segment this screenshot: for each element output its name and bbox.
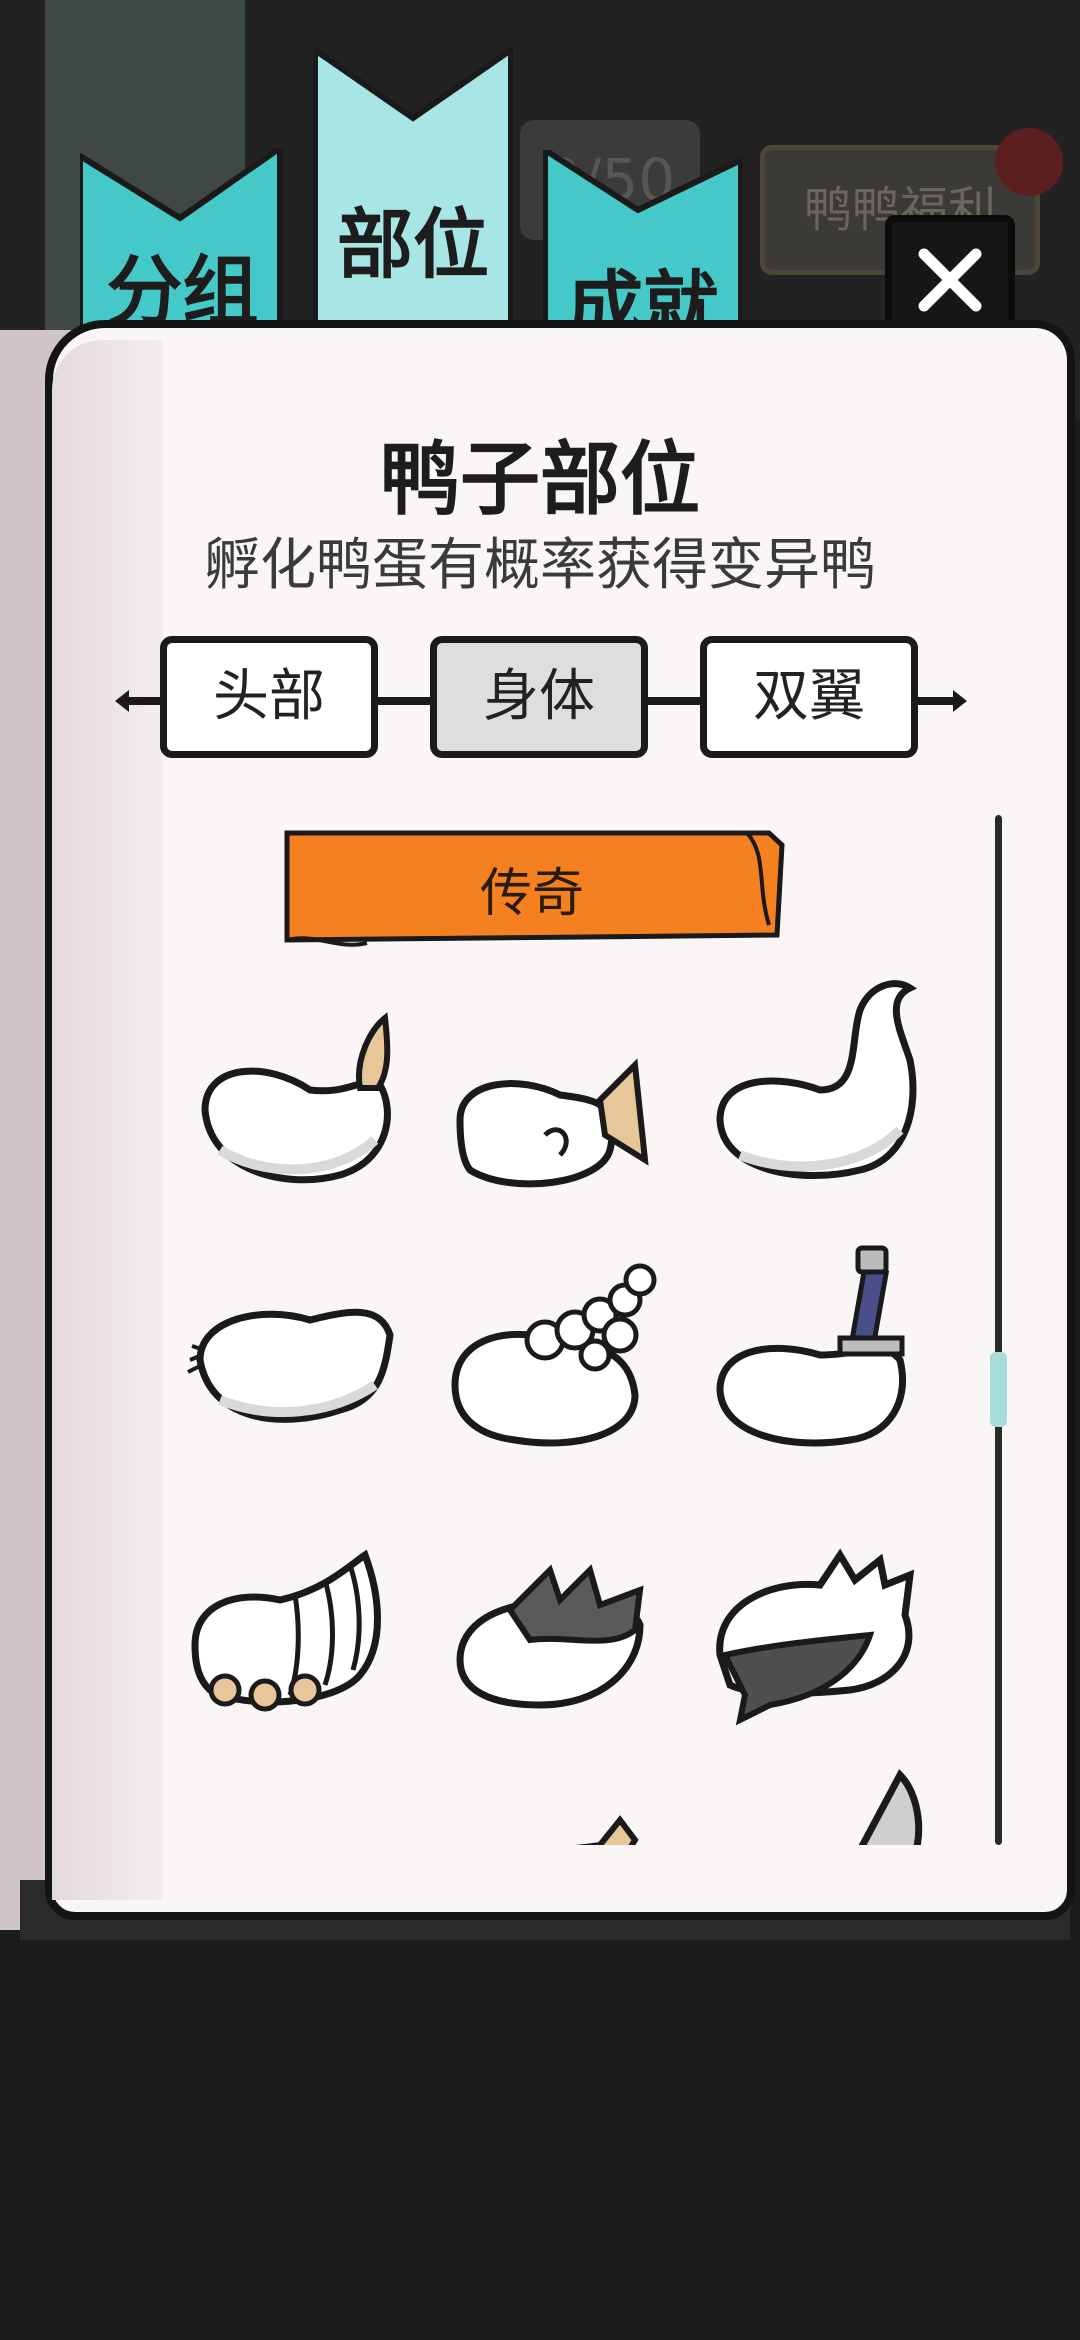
duck-body-dark-spikes-icon bbox=[456, 1564, 644, 1709]
body-part-item[interactable] bbox=[710, 1230, 930, 1447]
duck-body-partial-wing-icon bbox=[575, 1815, 639, 1845]
category-wings-button[interactable]: 双翼 bbox=[700, 636, 918, 758]
body-part-item[interactable] bbox=[450, 1795, 670, 1845]
scrollbar-thumb[interactable] bbox=[990, 1352, 1007, 1427]
rarity-label: 传奇 bbox=[479, 864, 584, 924]
duck-body-curled-tail-icon bbox=[716, 980, 918, 1179]
close-icon bbox=[918, 248, 982, 312]
body-part-item[interactable] bbox=[180, 1280, 400, 1480]
duck-body-brush-tail-icon bbox=[201, 1012, 391, 1184]
panel-title: 鸭子部位 bbox=[380, 433, 700, 526]
duck-body-fluffy-dark-icon bbox=[716, 1548, 915, 1726]
notification-dot bbox=[995, 128, 1063, 196]
body-part-item[interactable] bbox=[190, 1000, 410, 1200]
category-head-button[interactable]: 头部 bbox=[160, 636, 378, 758]
body-part-item[interactable] bbox=[450, 1540, 670, 1740]
tab-parts[interactable]: 部位 bbox=[313, 48, 513, 333]
body-part-item[interactable] bbox=[445, 1245, 665, 1447]
category-divider-right-tip bbox=[953, 690, 967, 712]
duck-body-sword-icon bbox=[716, 1245, 907, 1447]
duck-body-fish-tail-icon bbox=[456, 1058, 649, 1188]
tab-group[interactable]: 分组 bbox=[80, 148, 285, 348]
category-body-button[interactable]: 身体 bbox=[430, 636, 648, 758]
body-part-item[interactable] bbox=[710, 1745, 930, 1845]
body-part-item[interactable] bbox=[710, 970, 930, 1179]
rarity-banner: 传奇 bbox=[277, 825, 787, 950]
duck-body-shell-claws-icon bbox=[191, 1549, 381, 1712]
panel-subtitle: 孵化鸭蛋有概率获得变异鸭 bbox=[204, 533, 876, 598]
tab-parts-label: 部位 bbox=[337, 200, 489, 289]
duck-body-horn-icon bbox=[858, 1769, 923, 1845]
body-part-item[interactable] bbox=[180, 1810, 400, 1845]
body-part-item[interactable] bbox=[710, 1525, 930, 1726]
body-part-item[interactable] bbox=[450, 1010, 670, 1210]
duck-body-partial-icon bbox=[180, 1810, 400, 1845]
parts-list[interactable]: 传奇 bbox=[150, 800, 970, 1845]
body-part-item[interactable] bbox=[185, 1535, 405, 1735]
duck-body-feather-tail-icon bbox=[187, 1308, 394, 1423]
category-divider-left-tip bbox=[115, 690, 129, 712]
duck-body-bubble-back-icon bbox=[451, 1263, 657, 1447]
scrollbar-track[interactable] bbox=[995, 815, 1002, 1845]
